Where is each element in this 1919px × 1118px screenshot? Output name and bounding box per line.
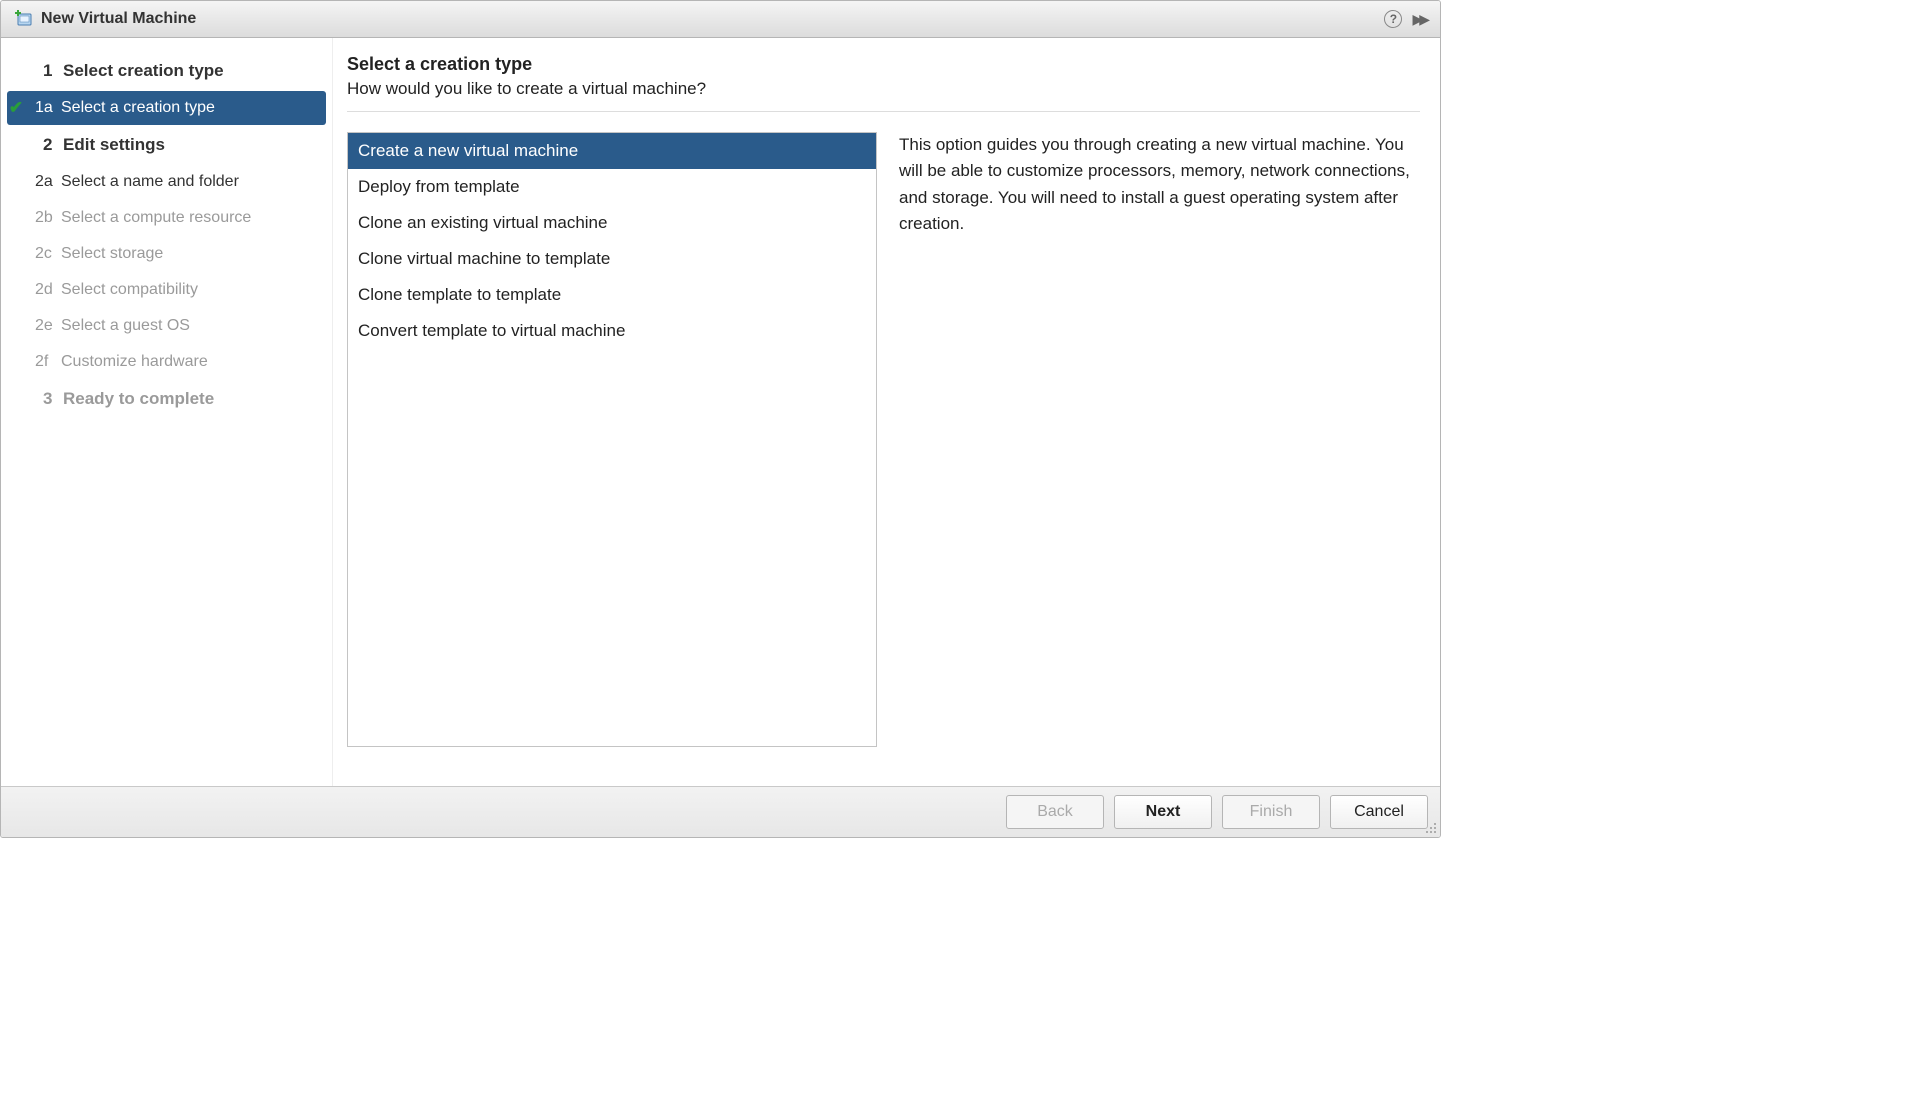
sidebar-section-1[interactable]: 1 Select creation type	[7, 53, 326, 89]
sidebar-step-2a[interactable]: 2a Select a name and folder	[7, 165, 326, 199]
page-title: Select a creation type	[347, 54, 1420, 75]
help-icon[interactable]: ?	[1384, 10, 1402, 28]
page-subtitle: How would you like to create a virtual m…	[347, 79, 1420, 99]
dialog-footer: Back Next Finish Cancel	[1, 786, 1440, 837]
expand-icon[interactable]: ▶▶	[1412, 11, 1426, 28]
step-number: 2b	[35, 209, 61, 227]
option-clone-vm-to-template[interactable]: Clone virtual machine to template	[348, 241, 876, 277]
step-label: Edit settings	[63, 135, 165, 155]
titlebar: New Virtual Machine ? ▶▶	[1, 1, 1440, 38]
next-button[interactable]: Next	[1114, 795, 1212, 829]
step-label: Select creation type	[63, 61, 224, 81]
step-number: 2a	[35, 173, 61, 191]
option-description: This option guides you through creating …	[899, 132, 1420, 776]
finish-button: Finish	[1222, 795, 1320, 829]
step-label: Ready to complete	[63, 389, 214, 409]
step-number: 2e	[35, 317, 61, 335]
cancel-button[interactable]: Cancel	[1330, 795, 1428, 829]
new-vm-dialog: New Virtual Machine ? ▶▶ 1 Select creati…	[0, 0, 1441, 838]
sidebar-step-1a[interactable]: ✔ 1a Select a creation type	[7, 91, 326, 125]
option-deploy-from-template[interactable]: Deploy from template	[348, 169, 876, 205]
step-number: 3	[43, 389, 63, 409]
sidebar-step-2c: 2c Select storage	[7, 237, 326, 271]
main-header: Select a creation type How would you lik…	[347, 54, 1420, 112]
dialog-body: 1 Select creation type ✔ 1a Select a cre…	[1, 38, 1440, 786]
vm-add-icon	[15, 10, 33, 28]
option-clone-template-to-template[interactable]: Clone template to template	[348, 277, 876, 313]
step-label: Select a name and folder	[61, 173, 239, 191]
step-label: Select compatibility	[61, 281, 198, 299]
step-number: 2f	[35, 353, 61, 371]
sidebar-step-2d: 2d Select compatibility	[7, 273, 326, 307]
step-label: Select a guest OS	[61, 317, 190, 335]
sidebar-step-2b: 2b Select a compute resource	[7, 201, 326, 235]
step-label: Select a compute resource	[61, 209, 251, 227]
sidebar-section-2[interactable]: 2 Edit settings	[7, 127, 326, 163]
option-convert-template-to-vm[interactable]: Convert template to virtual machine	[348, 313, 876, 349]
step-number: 2c	[35, 245, 61, 263]
option-clone-existing-vm[interactable]: Clone an existing virtual machine	[348, 205, 876, 241]
titlebar-right: ? ▶▶	[1384, 10, 1426, 28]
step-number: 1a	[35, 99, 61, 117]
step-label: Select a creation type	[61, 99, 215, 117]
sidebar-section-3: 3 Ready to complete	[7, 381, 326, 417]
sidebar-step-2e: 2e Select a guest OS	[7, 309, 326, 343]
creation-type-list: Create a new virtual machine Deploy from…	[347, 132, 877, 747]
option-create-new-vm[interactable]: Create a new virtual machine	[348, 133, 876, 169]
step-number: 2d	[35, 281, 61, 299]
check-icon: ✔	[5, 98, 27, 118]
step-label: Customize hardware	[61, 353, 208, 371]
main-content: Create a new virtual machine Deploy from…	[347, 132, 1420, 776]
step-label: Select storage	[61, 245, 163, 263]
wizard-sidebar: 1 Select creation type ✔ 1a Select a cre…	[1, 38, 333, 786]
sidebar-step-2f: 2f Customize hardware	[7, 345, 326, 379]
main-panel: Select a creation type How would you lik…	[333, 38, 1440, 786]
back-button: Back	[1006, 795, 1104, 829]
step-number: 2	[43, 135, 63, 155]
titlebar-left: New Virtual Machine	[15, 10, 196, 28]
dialog-title: New Virtual Machine	[41, 10, 196, 28]
step-number: 1	[43, 61, 63, 81]
